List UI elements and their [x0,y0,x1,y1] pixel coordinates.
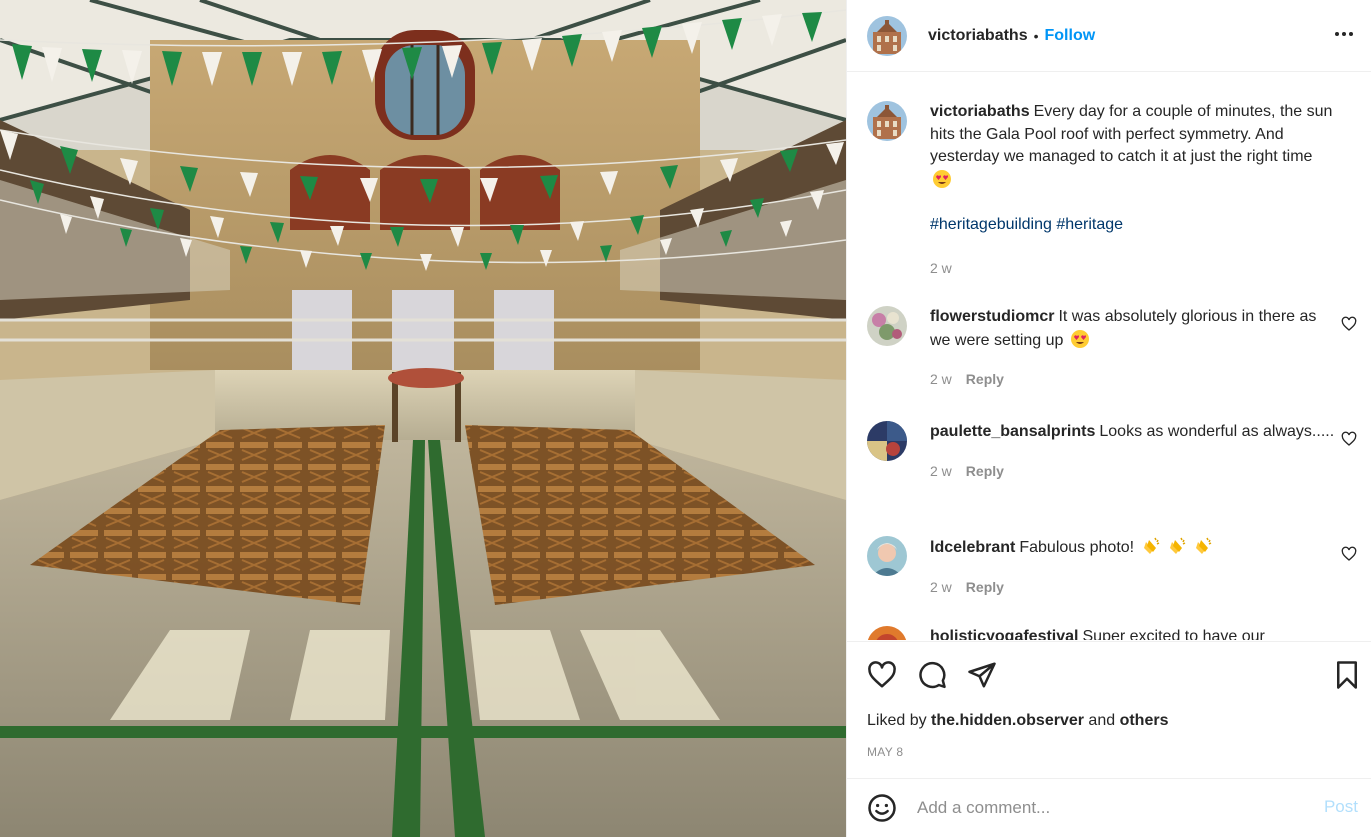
comment-like-heart-icon[interactable] [1341,316,1357,332]
comment-age: 2 w [930,371,952,387]
separator-dot: • [1033,27,1039,44]
post-comment-button[interactable]: Post [1324,797,1358,817]
clapping-hands-emoji-icon [1196,537,1212,554]
comment-composer: Post [847,778,1371,837]
comment-bubble-icon[interactable] [917,660,947,690]
post-actions: Liked by the.hidden.observer and others … [847,641,1371,778]
flowers-avatar-icon [867,306,907,346]
comment-username[interactable]: holisticyogafestival [930,628,1079,640]
reply-button[interactable]: Reply [966,368,1004,391]
comment-input[interactable] [917,798,1307,818]
comment-username[interactable]: flowerstudiomcr [930,308,1054,325]
caption-age: 2 w [930,259,952,276]
liked-by-and: and [1088,712,1116,729]
post-header: victoriabaths • Follow [847,0,1371,72]
avatar[interactable] [867,15,907,56]
heart-eyes-emoji-icon [933,169,951,188]
gala-pool-photo [0,0,846,837]
caption-hashtags[interactable]: #heritagebuilding #heritage [930,214,1335,237]
heart-eyes-emoji-icon [1070,329,1089,348]
building-avatar-icon [867,101,907,141]
person-avatar-icon [867,536,907,576]
comment-text: Looks as wonderful as always..... [1099,423,1335,440]
post-side-panel: victoriabaths • Follow victoriabaths Ever… [846,0,1371,837]
post-photo[interactable] [0,0,846,837]
avatar[interactable] [867,536,907,576]
comment-age: 2 w [930,462,952,479]
festival-avatar-icon [867,626,907,640]
comment-text: Super excited to have our [1082,628,1265,640]
print-avatar-icon [867,421,907,461]
caption: victoriabaths Every day for a couple of m… [867,101,1357,279]
liked-by-others[interactable]: others [1120,712,1169,729]
reply-button[interactable]: Reply [966,576,1004,599]
comment-like-heart-icon[interactable] [1341,546,1357,562]
liked-by-prefix: Liked by [867,712,927,729]
share-send-icon[interactable] [967,660,997,690]
comment-like-heart-icon[interactable] [1341,431,1357,447]
comment-text: Fabulous photo! [1019,539,1135,556]
liked-by-user[interactable]: the.hidden.observer [931,712,1084,729]
avatar[interactable] [867,101,907,141]
comment-age: 2 w [930,578,952,595]
smiley-face-icon[interactable] [867,793,897,823]
comment-item: holisticyogafestival Super excited to hav… [867,626,1357,640]
building-avatar-icon [867,15,907,56]
like-heart-icon[interactable] [867,660,897,690]
comment-item: paulette_bansalprints Looks as wonderful … [867,421,1357,482]
avatar[interactable] [867,421,907,461]
comment-item: ldcelebrant Fabulous photo! 2 w Reply [867,536,1357,598]
post-date[interactable]: MAY 8 [867,745,903,759]
avatar[interactable] [867,306,907,346]
comment-username[interactable]: paulette_bansalprints [930,423,1095,440]
liked-by-summary: Liked by the.hidden.observer and others [867,712,1168,730]
avatar[interactable] [867,626,907,640]
comments-list[interactable]: victoriabaths Every day for a couple of m… [847,73,1371,640]
reply-button[interactable]: Reply [966,460,1004,483]
post-author-username[interactable]: victoriabaths [928,27,1028,45]
bookmark-icon[interactable] [1332,660,1362,690]
follow-button[interactable]: Follow [1045,27,1096,45]
clapping-hands-emoji-icon [1170,537,1186,554]
caption-username[interactable]: victoriabaths [930,103,1030,120]
more-horizontal-icon[interactable] [1332,22,1356,46]
comment-item: flowerstudiomcr It was absolutely gloriou… [867,306,1357,391]
clapping-hands-emoji-icon [1143,537,1159,554]
comment-username[interactable]: ldcelebrant [930,539,1015,556]
